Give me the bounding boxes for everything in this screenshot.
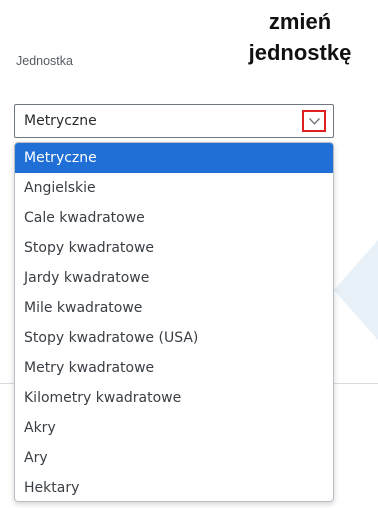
unit-option[interactable]: Metry kwadratowe [15,353,333,383]
annotation-line-1: zmień [268,9,332,34]
unit-option[interactable]: Mile kwadratowe [15,293,333,323]
unit-dropdown-list: Metryczne Angielskie Cale kwadratowe Sto… [14,142,334,502]
unit-option[interactable]: Jardy kwadratowe [15,263,333,293]
unit-option[interactable]: Akry [15,413,333,443]
unit-option[interactable]: Cale kwadratowe [15,203,333,233]
unit-option[interactable]: Angielskie [15,173,333,203]
unit-select[interactable]: Metryczne [14,104,334,138]
unit-selector-page: Jednostka zmień jednostkę Metryczne Metr… [0,0,378,508]
unit-field-label: Jednostka [16,54,73,68]
unit-option[interactable]: Hektary [15,473,333,501]
chevron-highlight-box[interactable] [302,110,326,132]
chevron-left-icon [334,240,378,344]
unit-option[interactable]: Stopy kwadratowe (USA) [15,323,333,353]
unit-option[interactable]: Stopy kwadratowe [15,233,333,263]
unit-select-value: Metryczne [24,113,97,129]
annotation-callout: zmień jednostkę [226,6,374,68]
unit-option[interactable]: Kilometry kwadratowe [15,383,333,413]
chevron-down-icon [309,118,320,125]
annotation-line-2: jednostkę [248,40,352,65]
unit-option[interactable]: Metryczne [15,143,333,173]
unit-option[interactable]: Ary [15,443,333,473]
